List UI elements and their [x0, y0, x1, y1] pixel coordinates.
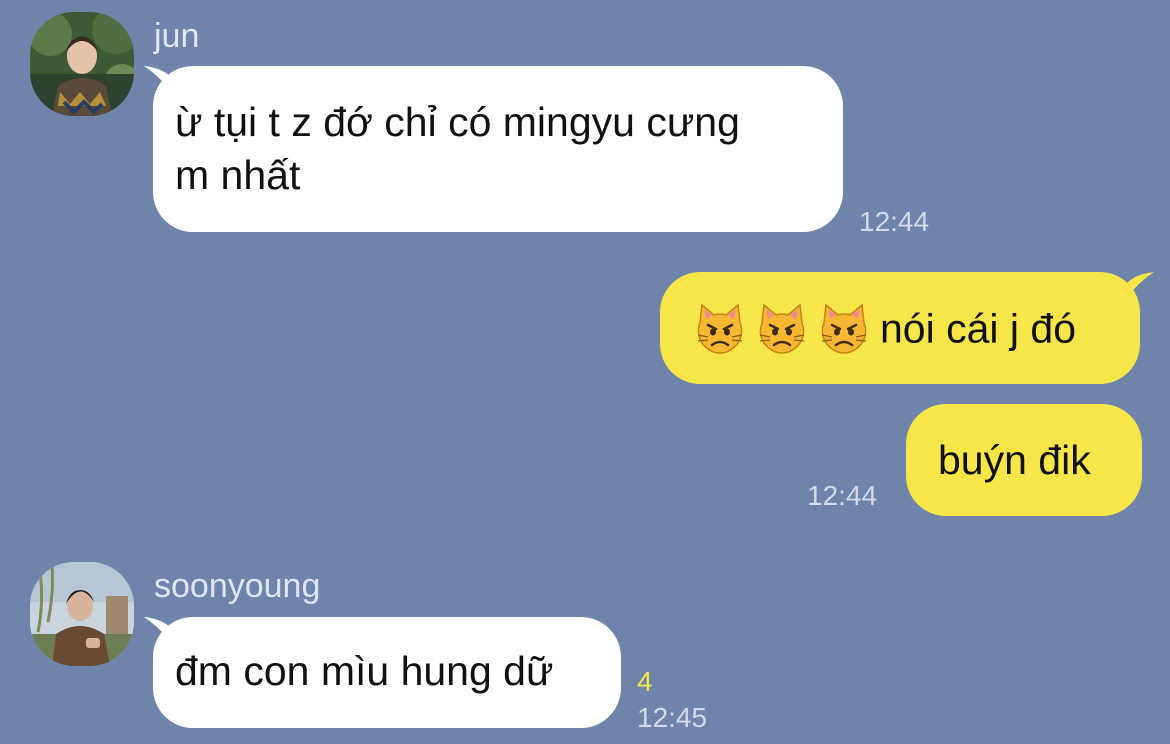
message-bubble-outgoing[interactable]: nói cái j đó — [660, 272, 1140, 384]
pouting-cat-face-icon — [818, 303, 870, 355]
message-text-line: m nhất — [175, 152, 301, 198]
message-bubble-jun[interactable]: ừ tụi t z đớ chỉ có mingyu cưng m nhất — [153, 66, 843, 232]
message-time: 12:44 — [807, 480, 878, 511]
avatar-jun[interactable] — [30, 12, 134, 116]
avatar-soonyoung-photo — [30, 562, 134, 666]
avatar-soonyoung[interactable] — [30, 562, 134, 666]
message-time: 12:44 — [859, 206, 930, 237]
unread-count-badge: 4 — [637, 666, 653, 697]
message-text: buýn đik — [938, 437, 1091, 483]
message-text: đm con mìu hung dữ — [175, 648, 554, 694]
message-text: nói cái j đó — [880, 305, 1077, 352]
pouting-cat-face-icon — [756, 303, 808, 355]
message-bubble-outgoing[interactable]: buýn đik — [906, 404, 1142, 516]
avatar-jun-photo — [30, 12, 134, 116]
message-bubble-soonyoung[interactable]: đm con mìu hung dữ — [153, 617, 621, 728]
pouting-cat-face-icon — [694, 303, 746, 355]
sender-name-soonyoung: soonyoung — [154, 567, 321, 605]
sender-name-jun: jun — [154, 17, 200, 55]
message-time: 12:45 — [637, 702, 708, 733]
bubble-tail — [1124, 272, 1154, 302]
message-text-line: ừ tụi t z đớ chỉ có mingyu cưng — [175, 99, 740, 145]
